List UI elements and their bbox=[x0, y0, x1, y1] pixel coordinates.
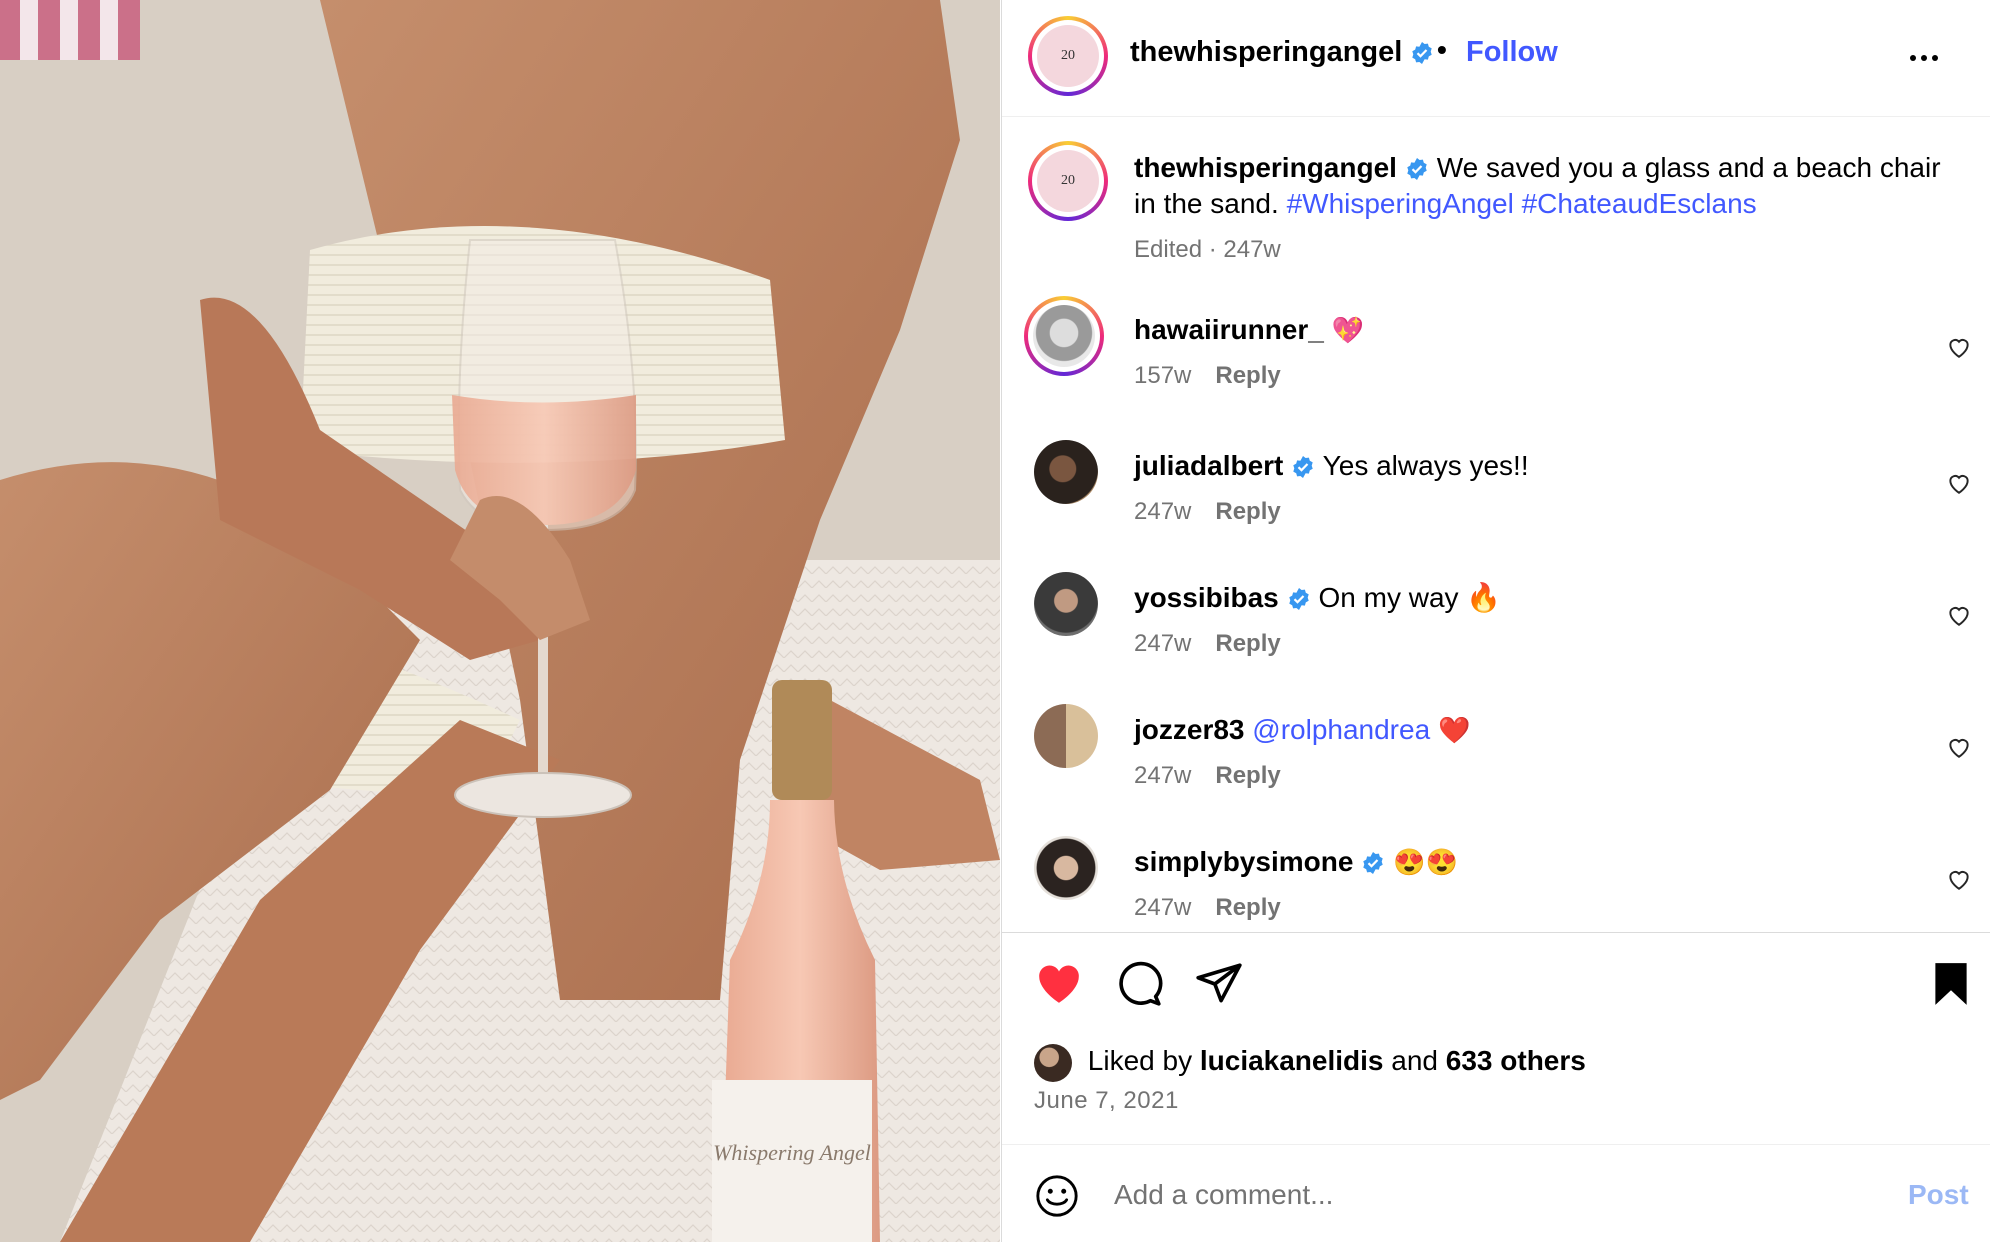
likes-others-link[interactable]: 633 others bbox=[1446, 1045, 1586, 1076]
likes-middle: and bbox=[1391, 1045, 1438, 1076]
heart-outline-icon[interactable] bbox=[1946, 866, 1972, 892]
caption-meta: Edited · 247w bbox=[1134, 236, 1281, 263]
heart-outline-icon[interactable] bbox=[1946, 602, 1972, 628]
liker-username[interactable]: luciakanelidis bbox=[1200, 1045, 1384, 1076]
post-caption: 20 thewhisperingangel We saved you a gla… bbox=[1002, 140, 1990, 280]
liker-avatar[interactable] bbox=[1034, 1043, 1072, 1082]
comment-username[interactable]: simplybysimone bbox=[1134, 846, 1353, 877]
comment-text: juliadalbert Yes always yes!! bbox=[1134, 448, 1894, 484]
post-actions: Liked by luciakanelidis and 633 others J… bbox=[1002, 932, 1990, 1243]
comment-username[interactable]: yossibibas bbox=[1134, 582, 1279, 613]
comment-input[interactable] bbox=[1112, 1169, 1816, 1221]
comment-body: On my way 🔥 bbox=[1318, 582, 1502, 613]
post-date: June 7, 2021 bbox=[1034, 1087, 1179, 1114]
more-horizontal-icon[interactable] bbox=[1906, 40, 1942, 76]
post-photo[interactable]: Whispering Angel bbox=[0, 0, 1000, 1242]
comment-avatar[interactable] bbox=[1034, 572, 1098, 636]
comment-time: 247w bbox=[1134, 762, 1192, 789]
instagram-post-view: Whispering Angel 20 thewhisperingangel •… bbox=[0, 0, 1990, 1242]
follow-button[interactable]: Follow bbox=[1466, 36, 1558, 69]
comment-time: 247w bbox=[1134, 498, 1192, 525]
comment-item: hawaiirunner_ 💖 157w Reply bbox=[1002, 296, 1990, 414]
heart-outline-icon[interactable] bbox=[1946, 470, 1972, 496]
heart-outline-icon[interactable] bbox=[1946, 334, 1972, 360]
post-side-panel: 20 thewhisperingangel • Follow 20 thewhi… bbox=[1001, 0, 1990, 1242]
bookmark-filled-icon[interactable] bbox=[1926, 959, 1976, 1009]
post-button[interactable]: Post bbox=[1908, 1179, 1969, 1211]
smiley-icon[interactable] bbox=[1034, 1173, 1080, 1219]
comment-time: 247w bbox=[1134, 894, 1192, 921]
comment-text: simplybysimone 😍😍 bbox=[1134, 844, 1894, 880]
caption-avatar[interactable]: 20 bbox=[1028, 141, 1108, 221]
likes-summary: Liked by luciakanelidis and 633 others bbox=[1034, 1041, 1586, 1082]
comment-text: hawaiirunner_ 💖 bbox=[1134, 312, 1894, 348]
comment-item: jozzer83 @rolphandrea ❤️ 247w Reply bbox=[1002, 704, 1990, 814]
comment-body: ❤️ bbox=[1437, 715, 1471, 745]
caption-text: thewhisperingangel We saved you a glass … bbox=[1134, 150, 1954, 222]
comment-meta: 247w Reply bbox=[1134, 894, 1281, 922]
verified-badge-icon bbox=[1405, 157, 1429, 181]
paper-plane-icon[interactable] bbox=[1194, 959, 1244, 1009]
reply-button[interactable]: Reply bbox=[1215, 498, 1280, 525]
comment-bubble-icon[interactable] bbox=[1114, 959, 1164, 1009]
comment-meta: 247w Reply bbox=[1134, 498, 1281, 526]
caption-username[interactable]: thewhisperingangel bbox=[1134, 152, 1397, 183]
comment-text: yossibibas On my way 🔥 bbox=[1134, 580, 1894, 616]
comment-meta: 247w Reply bbox=[1134, 762, 1281, 790]
comment-username[interactable]: jozzer83 bbox=[1134, 714, 1245, 745]
comment-item: juliadalbert Yes always yes!! 247w Reply bbox=[1002, 440, 1990, 550]
beach-wine-illustration: Whispering Angel bbox=[0, 0, 1000, 1242]
hashtag-link[interactable]: #ChateaudEsclans bbox=[1522, 188, 1757, 219]
avatar-logo-text: 20 bbox=[1061, 48, 1075, 63]
heart-outline-icon[interactable] bbox=[1946, 734, 1972, 760]
reply-button[interactable]: Reply bbox=[1215, 362, 1280, 389]
header-avatar[interactable]: 20 bbox=[1028, 16, 1108, 96]
avatar-image bbox=[1033, 305, 1095, 367]
header-separator: • bbox=[1437, 34, 1447, 65]
verified-badge-icon bbox=[1287, 587, 1311, 611]
reply-button[interactable]: Reply bbox=[1215, 630, 1280, 657]
comment-avatar[interactable] bbox=[1034, 440, 1098, 504]
header-username[interactable]: thewhisperingangel bbox=[1130, 36, 1434, 69]
heart-filled-icon[interactable] bbox=[1034, 959, 1084, 1009]
comment-avatar[interactable] bbox=[1024, 296, 1104, 376]
comment-meta: 247w Reply bbox=[1134, 630, 1281, 658]
reply-button[interactable]: Reply bbox=[1215, 762, 1280, 789]
hashtag-link[interactable]: #WhisperingAngel bbox=[1287, 188, 1514, 219]
avatar-logo: 20 bbox=[1037, 25, 1099, 87]
comment-time: 247w bbox=[1134, 630, 1192, 657]
reply-button[interactable]: Reply bbox=[1215, 894, 1280, 921]
likes-prefix: Liked by bbox=[1087, 1045, 1193, 1076]
header-username-text[interactable]: thewhisperingangel bbox=[1130, 36, 1402, 68]
comment-composer: Post bbox=[1002, 1144, 1990, 1243]
comment-body: Yes always yes!! bbox=[1322, 450, 1529, 481]
post-header: 20 thewhisperingangel • Follow bbox=[1002, 0, 1990, 117]
comment-item: simplybysimone 😍😍 247w Reply bbox=[1002, 836, 1990, 946]
avatar-logo: 20 bbox=[1037, 150, 1099, 212]
comment-body: 💖 bbox=[1331, 315, 1364, 345]
comment-avatar[interactable] bbox=[1034, 704, 1098, 768]
avatar-logo-text: 20 bbox=[1061, 173, 1075, 188]
verified-badge-icon bbox=[1410, 41, 1434, 65]
comment-meta: 157w Reply bbox=[1134, 362, 1281, 390]
comment-username[interactable]: juliadalbert bbox=[1134, 450, 1283, 481]
bottle-label-text: Whispering Angel bbox=[713, 1140, 871, 1165]
comment-username[interactable]: hawaiirunner_ bbox=[1134, 314, 1324, 345]
verified-badge-icon bbox=[1361, 851, 1385, 875]
comment-avatar[interactable] bbox=[1034, 836, 1098, 900]
mention-link[interactable]: @rolphandrea bbox=[1252, 714, 1430, 745]
comment-item: yossibibas On my way 🔥 247w Reply bbox=[1002, 572, 1990, 682]
comment-text: jozzer83 @rolphandrea ❤️ bbox=[1134, 712, 1894, 748]
verified-badge-icon bbox=[1291, 455, 1315, 479]
comment-body: 😍😍 bbox=[1393, 847, 1458, 877]
comment-time: 157w bbox=[1134, 362, 1192, 389]
